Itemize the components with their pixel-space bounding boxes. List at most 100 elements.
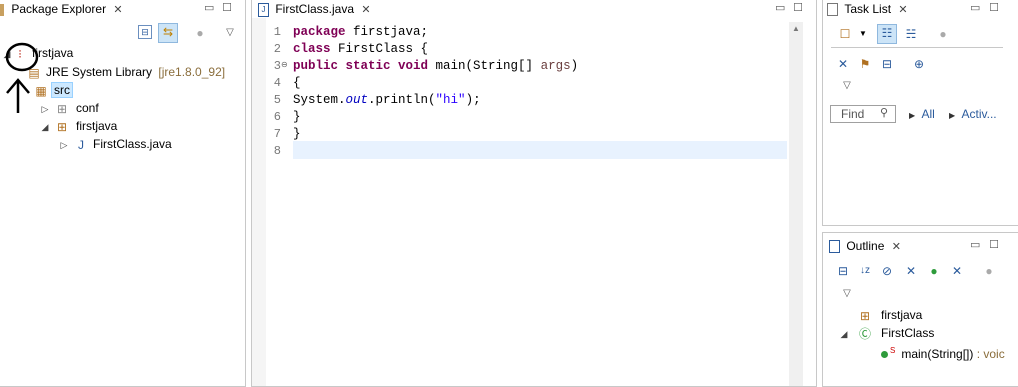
static-field: out xyxy=(345,93,369,107)
package-explorer-icon xyxy=(0,3,4,16)
string-literal: "hi" xyxy=(435,93,466,107)
close-icon[interactable]: ✕ xyxy=(892,241,901,253)
editor-tab-label: FirstClass.java xyxy=(275,2,355,16)
minimize-icon[interactable]: ▭ xyxy=(204,3,214,14)
code-text: ) xyxy=(570,59,579,73)
outline-item-type: : voic xyxy=(973,347,1005,361)
minimize-icon[interactable]: ▭ xyxy=(970,3,980,14)
line-number: 7 xyxy=(273,127,281,141)
scheduled-icon[interactable]: ☵ xyxy=(903,26,919,42)
collapse-toggle-icon[interactable]: ◢ xyxy=(839,325,849,343)
close-icon[interactable]: ✕ xyxy=(361,4,370,16)
tree-item-label: FirstClass.java xyxy=(93,137,172,151)
close-icon[interactable]: ✕ xyxy=(113,4,122,16)
link-with-editor-icon[interactable]: ⇆ xyxy=(158,23,178,43)
code-text: ); xyxy=(465,93,481,107)
outline-item-method[interactable]: Smain(String[]) : voic xyxy=(881,342,1005,361)
tree-item-label: firstjava xyxy=(76,119,118,133)
hide-local-types-icon[interactable]: ✕ xyxy=(949,263,965,279)
activate-link[interactable]: ▶ Activ... xyxy=(949,107,997,121)
code-text: firstjava; xyxy=(345,25,429,39)
hide-fields-icon[interactable]: ⊘ xyxy=(879,263,895,279)
chevron-down-icon[interactable]: ▼ xyxy=(855,26,871,42)
expand-toggle-icon[interactable]: ▷ xyxy=(59,136,69,154)
code-line-6[interactable]: } xyxy=(293,110,301,124)
code-line-4[interactable]: { xyxy=(293,76,301,90)
find-field[interactable]: Find ⚲ xyxy=(830,105,896,123)
code-text: main(String[] xyxy=(428,59,541,73)
minimize-icon[interactable]: ▭ xyxy=(775,3,785,14)
outline-tab-label: Outline xyxy=(846,239,885,253)
maximize-icon[interactable]: ☐ xyxy=(989,240,999,251)
editor-ruler xyxy=(252,18,266,386)
hide-completed-icon[interactable]: ✕ xyxy=(835,56,851,72)
maximize-icon[interactable]: ☐ xyxy=(222,3,232,14)
public-method-icon xyxy=(881,351,888,359)
line-number: 6 xyxy=(273,110,281,124)
categorized-icon[interactable]: ☷ xyxy=(877,24,897,44)
tab-outline[interactable]: Outline ✕ xyxy=(829,237,901,255)
search-icon[interactable]: ⚲ xyxy=(880,106,888,119)
package-explorer-panel: Package Explorer ✕ ▭ ☐ ⊟ ⇆ ● ▽ ◢ ⁝ firstja… xyxy=(0,0,246,387)
collapse-all-icon[interactable]: ⊟ xyxy=(835,263,851,279)
static-marker-icon: S xyxy=(890,346,896,355)
view-menu-icon[interactable]: ▽ xyxy=(839,286,855,302)
hide-static-icon[interactable]: ✕ xyxy=(903,263,919,279)
current-line-highlight xyxy=(293,141,787,159)
code-text: } xyxy=(293,127,301,141)
code-text: System. xyxy=(293,93,346,107)
outline-item-label: firstjava xyxy=(881,308,923,322)
all-link[interactable]: ▶ All xyxy=(909,107,935,121)
sort-icon[interactable]: ↓z xyxy=(857,263,873,279)
tab-task-list[interactable]: Task List ✕ xyxy=(827,0,908,18)
tab-firstclass-java[interactable]: J FirstClass.java ✕ xyxy=(258,0,371,18)
view-menu-icon[interactable]: ▽ xyxy=(839,78,855,94)
code-text: FirstClass { xyxy=(330,42,429,56)
outline-tabbar: Outline ✕ ▭ ☐ xyxy=(823,237,1018,255)
java-file-icon: J xyxy=(78,137,84,152)
outline-item-package[interactable]: ⊞ firstjava xyxy=(857,306,922,324)
maximize-icon[interactable]: ☐ xyxy=(793,3,803,14)
filter-icon[interactable]: ● xyxy=(981,263,997,279)
code-line-1[interactable]: package firstjava; xyxy=(293,25,428,39)
new-task-icon[interactable]: ☐ xyxy=(837,26,853,42)
keyword: class xyxy=(293,42,331,56)
hand-drawn-annotation xyxy=(5,42,39,113)
view-menu-icon[interactable]: ▽ xyxy=(222,25,238,41)
collapse-all-icon[interactable]: ⊟ xyxy=(138,25,152,39)
package-explorer-tabbar: Package Explorer ✕ ▭ ☐ xyxy=(0,0,245,18)
filter-icon[interactable]: ● xyxy=(935,26,951,42)
maximize-icon[interactable]: ☐ xyxy=(989,3,999,14)
line-number: 8 xyxy=(273,144,281,158)
minimize-icon[interactable]: ▭ xyxy=(970,240,980,251)
scroll-up-icon[interactable]: ▲ xyxy=(792,24,800,33)
chevron-right-icon: ▶ xyxy=(949,111,956,120)
task-list-tab-label: Task List xyxy=(844,2,892,16)
tree-item-firstclass-java[interactable]: ▷ J FirstClass.java xyxy=(59,135,172,153)
editor-tabbar: J FirstClass.java ✕ ▭ ☐ xyxy=(252,0,816,18)
code-line-3[interactable]: public static void main(String[] args) xyxy=(293,59,578,73)
sync-icon[interactable]: ⊕ xyxy=(911,56,927,72)
line-number: 3 xyxy=(273,59,281,73)
code-text: } xyxy=(293,110,301,124)
filter-icon[interactable]: ● xyxy=(192,25,208,41)
hide-non-public-icon[interactable]: ● xyxy=(926,263,942,279)
line-number: 4 xyxy=(273,76,281,90)
editor-scrollbar[interactable] xyxy=(789,22,803,386)
tree-item-decoration: [jre1.8.0_92] xyxy=(158,65,226,79)
code-line-5[interactable]: System.out.println("hi"); xyxy=(293,93,481,107)
package-icon: ⊞ xyxy=(859,308,871,323)
task-list-tabbar: Task List ✕ ▭ ☐ xyxy=(823,0,1018,18)
all-label: All xyxy=(921,107,935,121)
outline-item-class[interactable]: ◢ Ⓒ FirstClass xyxy=(839,324,935,343)
tab-package-explorer[interactable]: Package Explorer ✕ xyxy=(0,0,123,18)
focus-icon[interactable]: ⚑ xyxy=(857,56,873,72)
close-icon[interactable]: ✕ xyxy=(898,4,907,16)
code-line-7[interactable]: } xyxy=(293,127,301,141)
collapse-toggle-icon[interactable]: ◢ xyxy=(40,118,50,136)
collapse-all-icon[interactable]: ⊟ xyxy=(879,56,895,72)
fold-icon[interactable]: ⊖ xyxy=(281,60,288,69)
code-line-2[interactable]: class FirstClass { xyxy=(293,42,428,56)
code-text: .println( xyxy=(368,93,436,107)
task-list-icon xyxy=(827,3,838,17)
